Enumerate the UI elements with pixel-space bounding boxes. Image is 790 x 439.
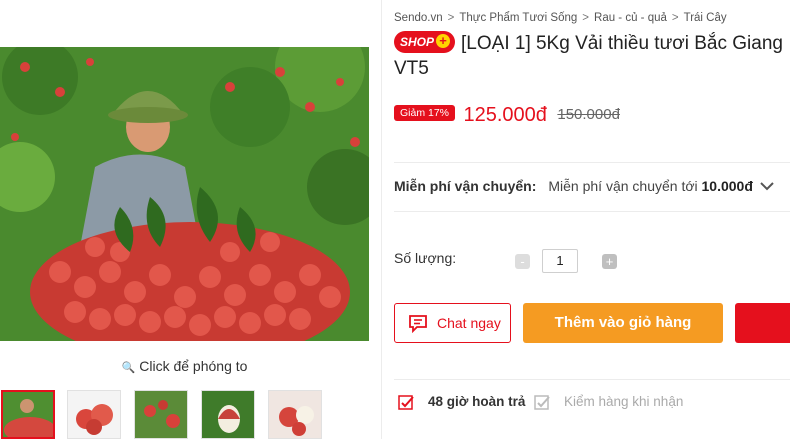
policy-return-label: 48 giờ hoàn trả: [428, 394, 526, 409]
checkbox-checked-icon: [398, 395, 414, 410]
thumbnail-strip: [0, 390, 380, 439]
breadcrumb-separator-icon: >: [447, 12, 455, 24]
thumbnail-4[interactable]: [201, 390, 255, 439]
thumbnail-image: [3, 392, 53, 437]
divider: [394, 211, 790, 212]
thumbnail-2[interactable]: [67, 390, 121, 439]
thumbnail-image: [202, 391, 254, 438]
shop-badge-label: SHOP: [400, 34, 435, 49]
current-price: 125.000đ: [463, 104, 547, 126]
breadcrumb-item-vegetables[interactable]: Rau - củ - quả: [594, 12, 667, 24]
breadcrumb-item-sendo[interactable]: Sendo.vn: [394, 12, 443, 24]
chat-now-button[interactable]: Chat ngay: [394, 303, 511, 343]
shipping-value: Miễn phí vận chuyển tới 10.000đ: [548, 178, 753, 194]
shipping-value-text: Miễn phí vận chuyển tới: [548, 178, 702, 194]
plus-icon: +: [436, 33, 451, 48]
product-title-row: SHOP + [LOẠI 1] 5Kg Vải thiều tươi Bắc Gia…: [394, 30, 790, 81]
magnifier-icon: 🔍: [121, 362, 136, 374]
breadcrumb-separator-icon: >: [671, 12, 679, 24]
chat-icon: [409, 315, 427, 333]
chevron-down-icon[interactable]: [760, 181, 774, 191]
shipping-row[interactable]: Miễn phí vận chuyển: Miễn phí vận chuyển …: [394, 178, 790, 194]
quantity-increase-button[interactable]: +: [602, 254, 617, 269]
lychee-farmer-photo: [0, 47, 369, 341]
breadcrumb-item-fruits[interactable]: Trái Cây: [684, 12, 727, 24]
breadcrumb-separator-icon: >: [582, 12, 590, 24]
quantity-input[interactable]: 1: [542, 249, 578, 273]
thumbnail-1[interactable]: [1, 390, 55, 439]
original-price: 150.000đ: [557, 106, 620, 123]
price-row: Giảm 17% 125.000đ 150.000đ: [394, 104, 620, 127]
quantity-label: Số lượng:: [394, 250, 457, 266]
thumbnail-image: [68, 391, 120, 438]
thumbnail-5[interactable]: [268, 390, 322, 439]
breadcrumb: Sendo.vn > Thực Phẩm Tươi Sống > Rau - củ - …: [394, 12, 727, 24]
checkbox-disabled-icon: [534, 395, 550, 410]
thumbnail-image: [269, 391, 321, 438]
divider: [394, 162, 790, 163]
policy-inspect-label: Kiểm hàng khi nhận: [564, 394, 684, 409]
thumbnail-3[interactable]: [134, 390, 188, 439]
main-product-image[interactable]: [0, 47, 369, 341]
discount-badge: Giảm 17%: [394, 104, 456, 121]
quantity-row: Số lượng: - 1 +: [394, 249, 790, 273]
quantity-decrease-button[interactable]: -: [515, 254, 530, 269]
divider: [394, 379, 790, 380]
breadcrumb-item-fresh-food[interactable]: Thực Phẩm Tươi Sống: [459, 12, 577, 24]
shipping-label: Miễn phí vận chuyển:: [394, 178, 537, 194]
shipping-amount: 10.000đ: [701, 178, 753, 194]
buy-now-button[interactable]: [735, 303, 790, 343]
thumbnail-image: [135, 391, 187, 438]
zoom-hint-label: Click để phóng to: [139, 358, 248, 374]
shop-plus-badge: SHOP +: [394, 30, 456, 53]
add-to-cart-button[interactable]: Thêm vào giỏ hàng: [523, 303, 723, 343]
product-gallery: 🔍 Click để phóng to: [0, 0, 380, 439]
chat-now-label: Chat ngay: [437, 315, 501, 331]
zoom-hint[interactable]: 🔍 Click để phóng to: [0, 358, 369, 374]
product-info: Sendo.vn > Thực Phẩm Tươi Sống > Rau - củ - …: [382, 0, 790, 439]
